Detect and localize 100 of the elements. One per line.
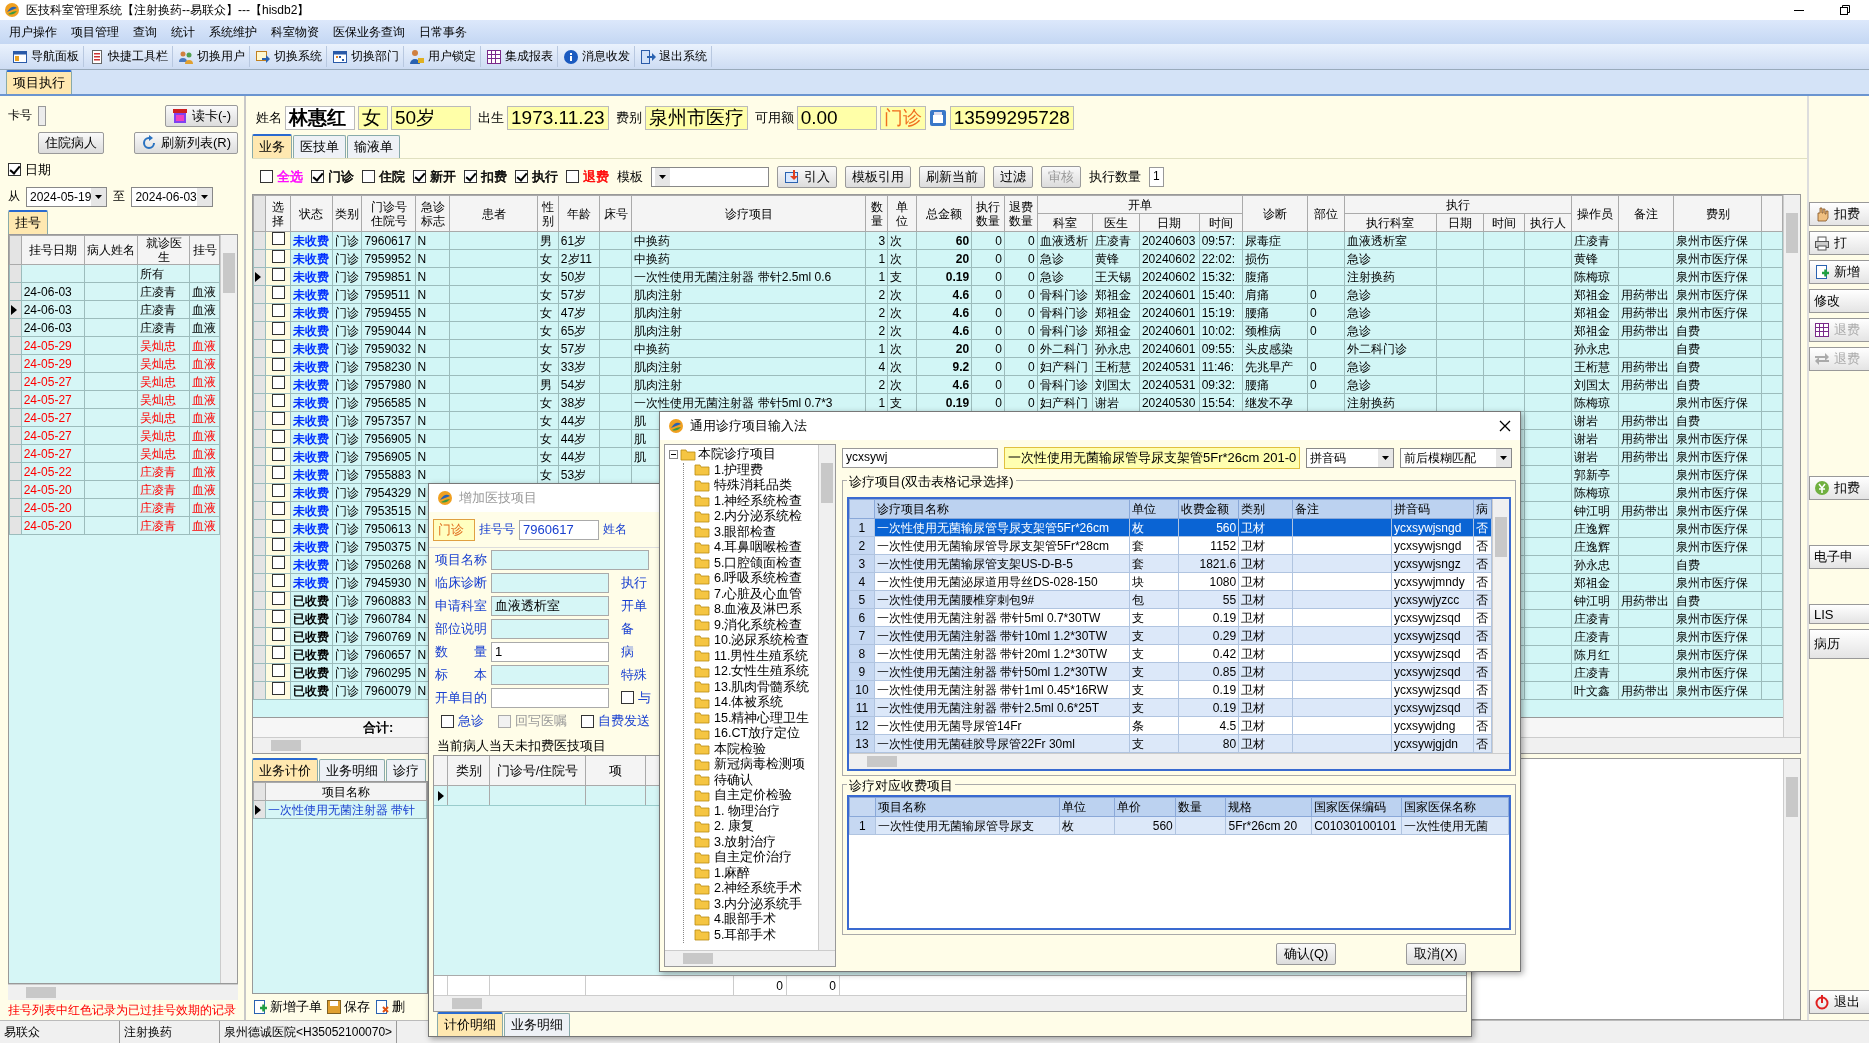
table-row[interactable]: 13 一次性使用无菌硅胶导尿管22Fr 30ml 支 80 卫材 ycxsywjgjdn 否 <box>849 734 1492 753</box>
menu-item[interactable]: 科室物资 <box>264 21 326 43</box>
row-checkbox[interactable] <box>271 448 285 461</box>
inpatient-button[interactable]: 住院病人 <box>38 131 104 154</box>
row-checkbox[interactable] <box>271 646 285 659</box>
action-button[interactable]: 过滤 <box>993 165 1033 188</box>
side-button[interactable]: 扣费 <box>1809 202 1869 226</box>
column-header[interactable]: 类别 <box>332 195 362 232</box>
menu-item[interactable]: 系统维护 <box>202 21 264 43</box>
row-checkbox[interactable] <box>271 664 285 677</box>
list-tab[interactable]: 挂号 <box>8 210 48 234</box>
tree-item[interactable]: 5.耳部手术 <box>694 927 777 943</box>
tree-item[interactable]: 12.女性生殖系统 <box>694 664 810 680</box>
tree-item[interactable]: 10.泌尿系统检查 <box>694 633 810 649</box>
filter-checkbox[interactable] <box>311 170 324 183</box>
row-checkbox[interactable] <box>271 268 285 281</box>
filter-checkbox[interactable] <box>515 170 528 183</box>
menu-item[interactable]: 医保业务查询 <box>326 21 412 43</box>
table-row[interactable]: 12 一次性使用无菌导尿管14Fr 条 4.5 卫材 ycxsywjdng 否 <box>849 716 1492 735</box>
tree-item[interactable]: 13.肌肉骨髓系统 <box>694 679 810 695</box>
filter-checkbox[interactable] <box>566 170 579 183</box>
side-button[interactable]: 病历 <box>1809 629 1869 659</box>
row-checkbox[interactable] <box>271 430 285 443</box>
row-checkbox[interactable] <box>271 340 285 353</box>
table-row[interactable]: 1 一次性使用无菌输尿管导尿支架管5Fr*26cm 枚 560 卫材 ycxsywjsngd 否 <box>849 518 1492 537</box>
column-header[interactable]: 选择 <box>265 195 291 232</box>
tree-item[interactable]: 特殊消耗品类 <box>694 478 792 494</box>
column-header[interactable]: 费别 <box>1673 195 1762 232</box>
filter-checkbox[interactable] <box>260 170 273 183</box>
column-header[interactable]: 总金额 <box>916 195 972 232</box>
tree-item[interactable]: 2.内分泌系统检 <box>694 509 803 525</box>
menu-item[interactable]: 统计 <box>164 21 202 43</box>
toolbar-button[interactable]: 集成报表 <box>482 46 558 67</box>
row-checkbox[interactable] <box>271 376 285 389</box>
column-header[interactable]: 数量 <box>1175 797 1226 817</box>
detail-tab[interactable]: 计价明细 <box>437 1012 503 1036</box>
detail-tab[interactable]: 业务明细 <box>319 759 385 782</box>
work-tab[interactable]: 输液单 <box>347 135 400 158</box>
column-header[interactable]: 门诊号住院号 <box>361 195 416 232</box>
menu-item[interactable]: 项目管理 <box>64 21 126 43</box>
toolbar-button[interactable]: 快捷工具栏 <box>85 46 173 67</box>
column-header[interactable]: 状态 <box>290 195 333 232</box>
table-row[interactable]: 2 一次性使用无菌输尿管导尿支架管5Fr*28cm 套 1152 卫材 ycxsywjsngd 否 <box>849 536 1492 555</box>
column-header[interactable]: 国家医保编码 <box>1311 797 1402 817</box>
table-row[interactable]: 3 一次性使用无菌输尿管支架US-D-B-5 套 1821.6 卫材 ycxsywjsngz 否 <box>849 554 1492 573</box>
input-field[interactable]: 1 <box>491 641 609 662</box>
tree-item[interactable]: 8.血液及淋巴系 <box>694 602 803 618</box>
toolbar-button[interactable]: 删 <box>374 998 405 1016</box>
column-header[interactable]: 数量 <box>865 195 888 232</box>
vertical-scrollbar[interactable] <box>1783 759 1800 1019</box>
column-header[interactable]: 就诊医生 <box>137 235 190 265</box>
work-tab[interactable]: 医技单 <box>293 135 346 158</box>
table-row[interactable]: 9 一次性使用无菌注射器 带针50ml 1.2*30TW 支 0.85 卫材 ycxsywjzsqd 否 <box>849 662 1492 681</box>
row-checkbox[interactable] <box>271 556 285 569</box>
side-button[interactable]: LIS <box>1809 604 1869 624</box>
table-row[interactable]: 6 一次性使用无菌注射器 带针5ml 0.7*30TW 支 0.19 卫材 ycxsywjzsqd 否 <box>849 608 1492 627</box>
table-row[interactable]: 4 一次性使用无菌泌尿道用导丝DS-028-150 块 1080 卫材 ycxsywjmndy 否 <box>849 572 1492 591</box>
row-checkbox[interactable] <box>271 610 285 623</box>
work-tab[interactable]: 业务 <box>252 134 292 158</box>
column-header[interactable]: 类别 <box>448 756 490 785</box>
toolbar-button[interactable]: 切换系统 <box>251 46 327 67</box>
column-header[interactable]: 诊疗项目名称 <box>874 499 1130 519</box>
input-field[interactable] <box>491 618 609 639</box>
tree-item[interactable]: 1.神经系统检查 <box>694 493 803 509</box>
column-header[interactable]: 收费金额 <box>1178 499 1239 519</box>
tree-item[interactable]: 9.消化系统检查 <box>694 617 803 633</box>
row-checkbox[interactable] <box>271 466 285 479</box>
row-checkbox[interactable] <box>271 322 285 335</box>
row-checkbox[interactable] <box>271 394 285 407</box>
input-field[interactable] <box>491 549 649 570</box>
tree-item[interactable]: 4.眼部手术 <box>694 912 777 928</box>
table-row[interactable]: 5 一次性使用无菌腰椎穿刺包9# 包 55 卫材 ycxsywjyzcc 否 <box>849 590 1492 609</box>
input-field[interactable] <box>491 572 609 593</box>
row-checkbox[interactable] <box>271 412 285 425</box>
checkbox[interactable] <box>441 714 454 728</box>
tree-item[interactable]: 15.精神心理卫生 <box>694 710 810 726</box>
template-select[interactable] <box>651 166 769 187</box>
match-mode-select[interactable]: 前后模糊匹配 <box>1400 448 1512 468</box>
horizontal-scrollbar[interactable] <box>665 950 835 966</box>
menu-item[interactable]: 查询 <box>126 21 164 43</box>
column-header[interactable]: 年龄 <box>558 195 600 232</box>
column-header[interactable]: 规格 <box>1225 797 1312 817</box>
table-row[interactable]: 1 一次性使用无菌输尿管导尿支 枚 560 5Fr*26cm 20 C01030100101 一次性使用无菌 <box>849 816 1509 835</box>
dialog-button[interactable]: 取消(X) <box>1406 943 1466 965</box>
row-checkbox[interactable] <box>271 502 285 515</box>
column-header[interactable]: 类别 <box>1238 499 1293 519</box>
action-button[interactable]: 模板引用 <box>845 165 911 188</box>
read-card-button[interactable]: 读卡(-) <box>165 104 238 127</box>
side-button[interactable]: 扣费 <box>1809 476 1869 500</box>
tree-item[interactable]: 3.内分泌系统手 <box>694 896 803 912</box>
tree-item[interactable]: 16.CT放疗定位 <box>694 726 801 742</box>
input-field[interactable] <box>491 687 609 708</box>
toolbar-button[interactable]: 切换用户 <box>174 46 250 67</box>
tree-item[interactable]: 7.心脏及心血管 <box>694 586 803 602</box>
tree-item[interactable]: 3.眼部检查 <box>694 524 777 540</box>
column-header[interactable]: 诊断 <box>1242 195 1308 232</box>
row-checkbox[interactable] <box>271 304 285 317</box>
tree-item[interactable]: 自主定价治疗 <box>694 850 792 866</box>
filter-checkbox[interactable] <box>464 170 477 183</box>
row-checkbox[interactable] <box>271 574 285 587</box>
